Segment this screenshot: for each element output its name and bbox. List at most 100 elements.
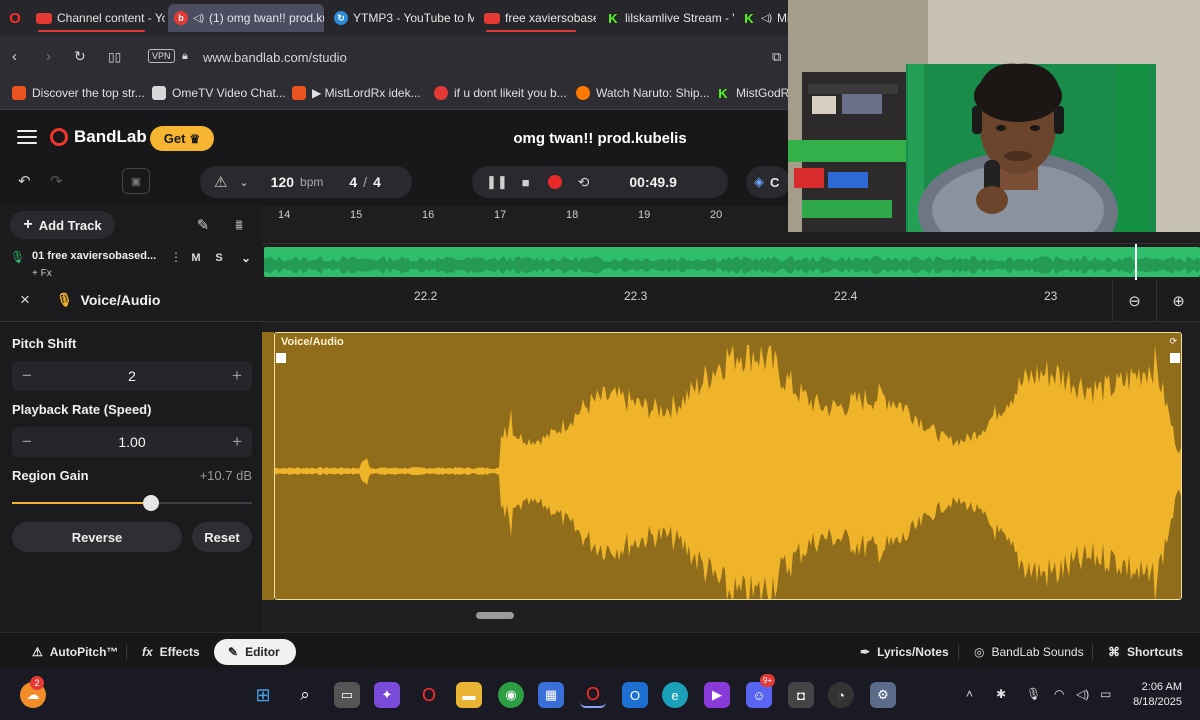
windows-start-icon[interactable]: ⊞ (250, 682, 276, 708)
playback-rate-value[interactable]: 1.00 (118, 434, 145, 450)
track-lane[interactable] (262, 244, 1200, 280)
system-clock[interactable]: 2:06 AM 8/18/2025 (1133, 680, 1182, 710)
bookmark-item[interactable]: K MistGodRx (716, 86, 795, 101)
pause-icon[interactable]: ❚❚ (486, 174, 508, 190)
zoom-in-icon[interactable]: ⊕ (1156, 280, 1200, 322)
time-signature-denominator[interactable]: 4 (373, 174, 381, 190)
chrome-icon[interactable]: ◉ (498, 682, 524, 708)
address-bar: ‹ › ↻ ▯▯ VPN 🔒︎ www.bandlab.com/studio ⧉ (0, 36, 790, 78)
region-gain-slider[interactable] (12, 495, 252, 511)
pitch-shift-stepper[interactable]: − 2 + (12, 361, 252, 391)
opera-gx-icon[interactable]: O (580, 682, 606, 708)
metronome-icon[interactable]: ⚠ (214, 173, 227, 191)
minus-icon[interactable]: − (22, 432, 32, 452)
wifi-icon[interactable]: ◠ (1054, 687, 1064, 701)
track-header[interactable]: 🎙︎ 01 free xaviersobased... + Fx ⋮ M S ⌄ (0, 244, 262, 280)
effects-tab[interactable]: fx Effects (128, 639, 214, 665)
vpn-badge[interactable]: VPN (148, 49, 175, 63)
bookmark-item[interactable]: Discover the top str... (12, 86, 145, 100)
editor-tab[interactable]: ✎ Editor (214, 639, 296, 665)
undo-icon[interactable]: ↶ (18, 172, 31, 190)
add-track-button[interactable]: + Add Track (10, 211, 115, 239)
audio-region[interactable]: Voice/Audio ⟳ (274, 332, 1182, 600)
waveform-editor[interactable]: Voice/Audio ⟳ (262, 322, 1200, 632)
task-view-icon[interactable]: ▭ (334, 682, 360, 708)
battery-icon[interactable]: ▭ (1100, 687, 1111, 701)
pitch-shift-value[interactable]: 2 (128, 368, 136, 384)
bookmark-item[interactable]: OmeTV Video Chat... (152, 86, 286, 100)
save-icon[interactable]: ▣ (122, 168, 150, 194)
browser-tab[interactable]: K lilskamlive Stream - V (600, 4, 734, 32)
audio-clip[interactable] (264, 247, 1200, 277)
browser-tab-active[interactable]: b ◁) (1) omg twan!! prod.ku (168, 4, 324, 32)
opera-logo-icon[interactable]: O (8, 10, 22, 27)
microphone-icon[interactable]: 🎙︎ (1026, 687, 1041, 701)
speaker-icon: ◁) (193, 12, 205, 24)
mute-button[interactable]: M (186, 248, 206, 268)
bookmark-item[interactable]: if u dont likeit you b... (434, 86, 567, 100)
plus-icon[interactable]: + (232, 366, 242, 386)
lock-icon[interactable]: 🔒︎ (182, 50, 188, 63)
settings-icon[interactable]: ⚙ (870, 682, 896, 708)
tool-icon[interactable]: ✎ (190, 214, 216, 236)
chevron-down-icon[interactable]: ⌄ (239, 176, 248, 189)
more-options-icon[interactable]: ⋮ (170, 250, 182, 264)
collab-button[interactable]: ◈ C (746, 166, 790, 198)
bandlab-sounds-button[interactable]: ◎ BandLab Sounds (960, 639, 1098, 665)
reset-button[interactable]: Reset (192, 522, 252, 552)
bookmark-item[interactable]: ▶ MistLordRx idek... (292, 86, 421, 100)
store-icon[interactable]: ▦ (538, 682, 564, 708)
snapshot-icon[interactable]: ⧉ (772, 49, 781, 65)
chevron-down-icon[interactable]: ⌄ (236, 248, 256, 268)
track-name[interactable]: 01 free xaviersobased... (32, 250, 156, 262)
time-display[interactable]: 00:49.9 (629, 174, 676, 190)
loop-handle-icon[interactable]: ⟳ (1169, 336, 1177, 347)
bandlab-icon (434, 86, 448, 100)
forward-icon[interactable]: › (46, 48, 51, 65)
opera-icon[interactable]: O (416, 682, 442, 708)
edge-icon[interactable]: e (662, 682, 688, 708)
lyrics-notes-button[interactable]: ✒ Lyrics/Notes (846, 639, 963, 665)
obs-icon[interactable]: ◔ (828, 682, 854, 708)
reverse-button[interactable]: Reverse (12, 522, 182, 552)
solo-button[interactable]: S (209, 248, 229, 268)
bpm-value[interactable]: 120 (271, 174, 294, 190)
browser-tab[interactable]: Channel content - You (30, 4, 165, 32)
outlook-icon[interactable]: O (622, 682, 648, 708)
record-icon[interactable] (547, 175, 562, 189)
horizontal-scrollbar[interactable] (476, 612, 514, 619)
playhead[interactable] (1135, 244, 1137, 280)
automation-icon[interactable]: ⩩ (226, 214, 252, 236)
zoom-out-icon[interactable]: ⊖ (1112, 280, 1156, 322)
slider-handle[interactable] (143, 495, 160, 511)
autopitch-tab[interactable]: ⚠ AutoPitch™ (18, 639, 132, 665)
file-explorer-icon[interactable]: ▬ (456, 682, 482, 708)
close-icon[interactable]: × (20, 290, 30, 310)
region-right-handle[interactable] (1170, 353, 1180, 363)
browser-tab[interactable]: free xaviersobased #S (478, 4, 596, 32)
copilot-icon[interactable]: ✦ (374, 682, 400, 708)
split-view-icon[interactable]: ▯▯ (108, 50, 121, 64)
region-left-handle[interactable] (276, 353, 286, 363)
minus-icon[interactable]: − (22, 366, 32, 386)
stop-icon[interactable]: ■ (522, 175, 530, 190)
shortcuts-button[interactable]: ⌘ Shortcuts (1094, 639, 1197, 665)
redo-icon[interactable]: ↷ (50, 172, 63, 190)
loop-icon[interactable]: ⟲ (578, 174, 590, 191)
camera-icon[interactable]: ◘ (788, 682, 814, 708)
browser-tab[interactable]: ↻ YTMP3 - YouTube to M (328, 4, 474, 32)
volume-icon[interactable]: ◁) (1076, 687, 1089, 701)
chevron-up-icon[interactable]: ˄ (966, 687, 973, 701)
search-icon[interactable]: ⌕ (292, 682, 318, 708)
browser-tab[interactable]: K ◁) Mi (736, 4, 790, 32)
bluetooth-icon[interactable]: ✱ (996, 687, 1006, 701)
back-icon[interactable]: ‹ (12, 48, 17, 65)
plus-icon[interactable]: + (232, 432, 242, 452)
bookmark-item[interactable]: Watch Naruto: Ship... (576, 86, 710, 100)
playback-rate-stepper[interactable]: − 1.00 + (12, 427, 252, 457)
clipchamp-icon[interactable]: ▶ (704, 682, 730, 708)
reload-icon[interactable]: ↻ (74, 48, 86, 65)
track-fx[interactable]: + Fx (32, 268, 52, 279)
time-signature-numerator[interactable]: 4 (349, 174, 357, 190)
url-field[interactable]: www.bandlab.com/studio (203, 50, 347, 65)
